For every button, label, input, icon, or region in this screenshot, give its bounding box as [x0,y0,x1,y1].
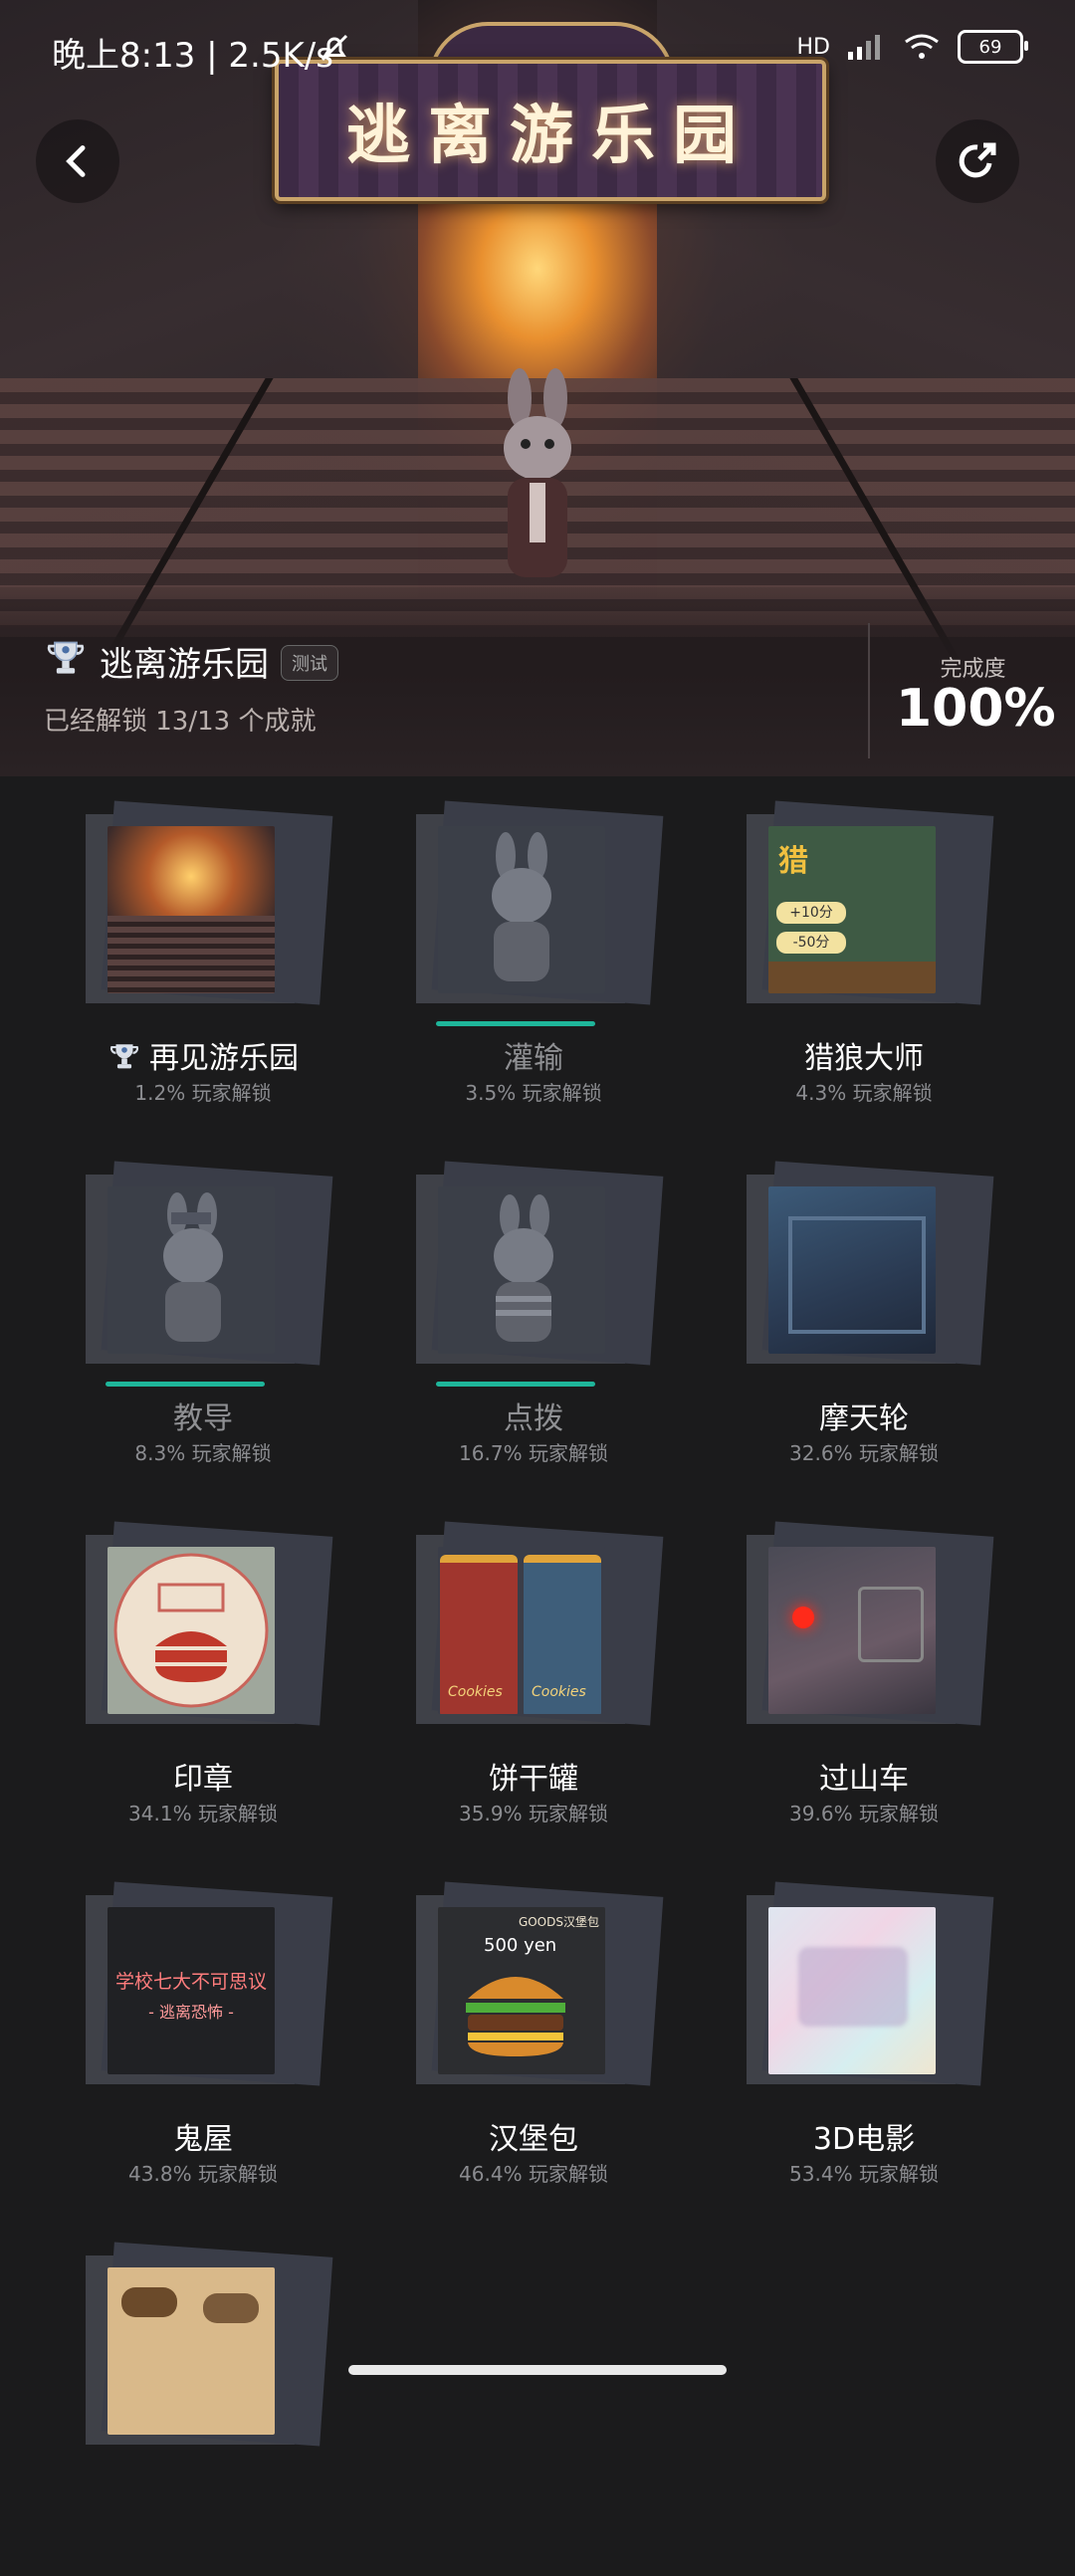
achievement-percent: 46.4% 玩家解锁 [459,2162,608,2186]
battery-level: 69 [978,36,1002,58]
back-button[interactable] [36,119,119,203]
poster-floor [768,962,936,993]
home-indicator[interactable] [348,2365,727,2375]
cookie-label-left: Cookies [448,1684,503,1700]
status-right: HD 69 [796,30,1028,64]
thumb-stairs [108,916,275,993]
achievement-thumbnail [768,1186,936,1354]
achievement-card[interactable]: 3D电影 53.4% 玩家解锁 [715,1857,1013,2216]
achievement-name: 教导 [173,1401,233,1436]
achievement-name: 再见游乐园 [54,1033,352,1077]
lever-slot [858,1587,924,1662]
network-label: HD [796,34,830,60]
achievement-name: 鬼屋 [173,2122,233,2157]
rabbit-silhouette [494,1194,553,1342]
trophy-icon [109,1044,139,1069]
achievement-percent: 35.9% 玩家解锁 [459,1802,608,1825]
achievement-progress-bar [436,1021,595,1026]
achievement-percent: 34.1% 玩家解锁 [128,1802,278,1825]
battery-icon: 69 [958,30,1028,64]
bunny-mascot-illustration [504,368,571,577]
achievement-name-text: 再见游乐园 [149,1041,299,1076]
achievement-thumbnail [108,1547,275,1714]
red-button-light [792,1607,814,1628]
board-subtitle: - 逃离恐怖 - [148,2003,234,2022]
achievement-card[interactable]: 再见游乐园 1.2% 玩家解锁 [54,776,352,1135]
achievement-card[interactable]: GOODS汉堡包 500 yen 汉堡包 46.4% 玩家解锁 [384,1857,683,2216]
achievement-name: 摩天轮 [819,1401,909,1436]
achievement-percent: 43.8% 玩家解锁 [128,2162,278,2186]
achievement-thumbnail: GOODS汉堡包 500 yen [438,1907,605,2074]
achievement-card[interactable]: 教导 8.3% 玩家解锁 [54,1137,352,1495]
achievement-percent: 8.3% 玩家解锁 [134,1441,272,1465]
achievement-card[interactable]: 猎 +10分 -50分 猎狼大师 4.3% 玩家解锁 [715,776,1013,1135]
signal-icon [848,35,880,60]
burger-illustration [466,1977,565,2056]
achievement-progress-bar [106,1382,265,1387]
achievement-percent: 53.4% 玩家解锁 [789,2162,939,2186]
achievement-card[interactable]: 摩天轮 32.6% 玩家解锁 [715,1137,1013,1495]
achievement-progress-bar [436,1382,595,1387]
achievement-card[interactable]: Cookies Cookies 饼干罐 35.9% 玩家解锁 [384,1497,683,1855]
rabbit-silhouette [163,1192,223,1342]
achievement-name: 猎狼大师 [804,1041,924,1076]
achievement-percent: 1.2% 玩家解锁 [134,1081,272,1105]
hero-banner: 逃离游乐园 晚上8:13 | 2.5K/s HD 69 逃离游乐园 测试 已经解… [0,0,1075,776]
unlocked-summary: 已经解锁 13/13 个成就 [44,707,317,737]
poster-score-minus: -50分 [776,932,846,954]
achievement-percent: 32.6% 玩家解锁 [789,1441,939,1465]
achievement-thumbnail: 学校七大不可思议 - 逃离恐怖 - [108,1907,275,2074]
sign-title: 逃离游乐园 [346,100,754,173]
achievement-thumbnail [768,1547,936,1714]
board-title: 学校七大不可思议 [114,1971,267,1993]
achievement-thumbnail [108,826,275,993]
poster-title: 猎 [778,844,808,879]
status-bar: 晚上8:13 | 2.5K/s HD 69 [0,0,1075,96]
bell-mute-icon [321,34,348,62]
trophy-icon [47,641,85,674]
achievement-card[interactable]: 点拨 16.7% 玩家解锁 [384,1137,683,1495]
achievement-thumbnail [438,826,605,993]
achievement-card[interactable]: 印章 34.1% 玩家解锁 [54,1497,352,1855]
achievement-name: 灌输 [504,1041,563,1076]
status-time: 晚上8:13 | 2.5K/s [52,36,333,76]
achievement-thumbnail [108,2267,275,2435]
achievement-name: 汉堡包 [489,2122,578,2157]
achievement-name: 过山车 [819,1762,909,1797]
test-tag: 测试 [281,645,338,681]
achievement-percent: 4.3% 玩家解锁 [795,1081,933,1105]
achievement-percent: 3.5% 玩家解锁 [465,1081,602,1105]
glitch-blob [798,1947,908,2027]
completion-value: 100% [896,679,1056,739]
achievement-name: 点拨 [504,1401,563,1436]
share-button[interactable] [936,119,1019,203]
achievement-thumbnail: 猎 +10分 -50分 [768,826,936,993]
share-icon [959,142,996,178]
carousel-horse-1 [121,2287,177,2317]
info-divider [868,623,870,758]
achievement-card[interactable]: 学校七大不可思议 - 逃离恐怖 - 鬼屋 43.8% 玩家解锁 [54,1857,352,2216]
achievement-name: 饼干罐 [489,1762,578,1797]
rabbit-silhouette [492,832,551,981]
achievement-card[interactable]: 灌输 3.5% 玩家解锁 [384,776,683,1135]
achievement-card[interactable] [54,2218,352,2576]
achievement-percent: 39.6% 玩家解锁 [789,1802,939,1825]
game-name: 逃离游乐园 [100,645,269,685]
achievement-thumbnail: Cookies Cookies [438,1547,605,1714]
achievement-thumbnail [768,1907,936,2074]
achievement-percent: 16.7% 玩家解锁 [459,1441,608,1465]
achievement-thumbnail [438,1186,605,1354]
stamp-illustration [113,1553,269,1708]
carousel-horse-2 [203,2293,259,2323]
achievement-card[interactable]: 过山车 39.6% 玩家解锁 [715,1497,1013,1855]
poster-score-plus: +10分 [776,902,846,924]
achievement-name: 印章 [173,1762,233,1797]
wifi-icon [905,34,939,59]
game-info-bar: 逃离游乐园 测试 已经解锁 13/13 个成就 完成度 100% [0,617,1075,776]
cookie-label-right: Cookies [532,1684,586,1700]
achievement-thumbnail [108,1186,275,1354]
chevron-left-icon [66,145,86,177]
achievement-name: 3D电影 [812,2122,916,2157]
cabin-window [788,1216,926,1334]
